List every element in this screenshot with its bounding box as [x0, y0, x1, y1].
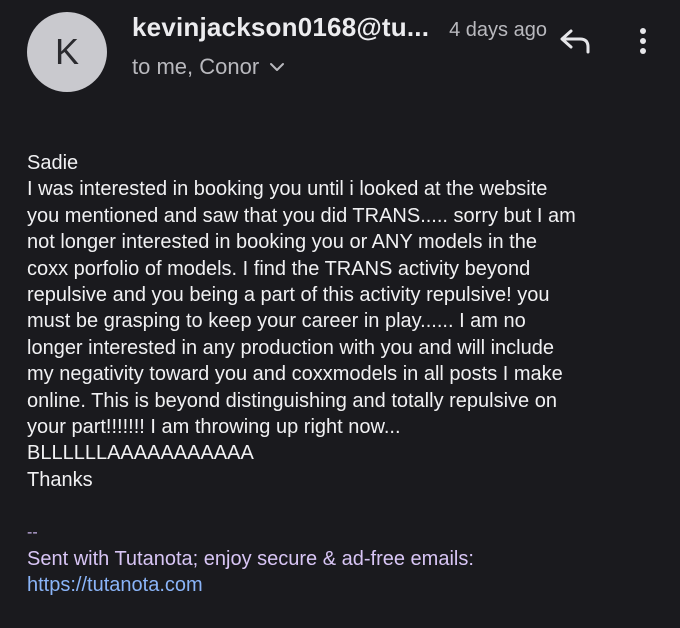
message-line: coxx porfolio of models. I find the TRAN…: [27, 257, 531, 280]
vertical-dots-icon: [639, 27, 647, 60]
signature-separator: --: [27, 523, 38, 541]
reply-arrow-icon: [558, 27, 592, 60]
message-line: your part!!!!!!! I am throwing up right …: [27, 416, 401, 439]
message-line: Thanks: [27, 468, 93, 491]
recipient-text: to me, Conor: [132, 54, 260, 79]
message-line: not longer interested in booking you or …: [27, 231, 537, 254]
signature-text: Sent with Tutanota; enjoy secure & ad-fr…: [27, 548, 474, 571]
sent-time: 4 days ago: [449, 19, 547, 41]
sender-name[interactable]: kevinjackson0168@tu...: [132, 12, 429, 43]
message-line: online. This is beyond distinguishing an…: [27, 389, 557, 412]
message-line: repulsive and you being a part of this a…: [27, 284, 550, 307]
chevron-down-icon: [269, 62, 285, 72]
message-line: my negativity toward you and coxxmodels …: [27, 363, 563, 386]
signature-link[interactable]: https://tutanota.com: [27, 572, 657, 598]
more-options-button[interactable]: [630, 26, 656, 60]
reply-button[interactable]: [556, 26, 594, 60]
email-body: Sadie I was interested in booking you un…: [27, 150, 657, 599]
email-header: K kevinjackson0168@tu... 4 days ago to m…: [0, 0, 680, 120]
message-line: must be grasping to keep your career in …: [27, 310, 526, 333]
avatar[interactable]: K: [27, 12, 107, 92]
sender-row: kevinjackson0168@tu... 4 days ago: [132, 12, 547, 43]
avatar-letter: K: [54, 31, 79, 72]
recipient-details-toggle[interactable]: to me, Conor: [132, 54, 285, 80]
message-line: longer interested in any production with…: [27, 336, 554, 359]
message-line: BLLLLLLAAAAAAAAAAA: [27, 442, 254, 465]
message-line: you mentioned and saw that you did TRANS…: [27, 204, 576, 227]
message-line: Sadie: [27, 152, 79, 174]
message-line: I was interested in booking you until i …: [27, 178, 548, 201]
